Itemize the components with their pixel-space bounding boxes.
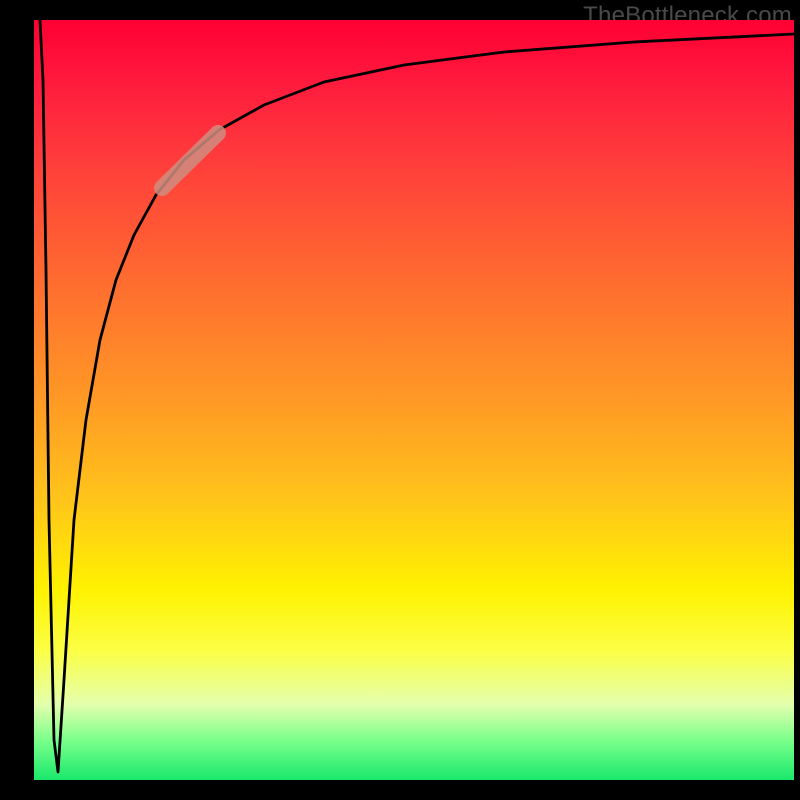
- highlight-marker: [162, 133, 218, 188]
- bottleneck-curve: [40, 20, 794, 772]
- plot-area: [34, 20, 794, 780]
- curve-svg: [34, 20, 794, 780]
- chart-frame: TheBottleneck.com: [0, 0, 800, 800]
